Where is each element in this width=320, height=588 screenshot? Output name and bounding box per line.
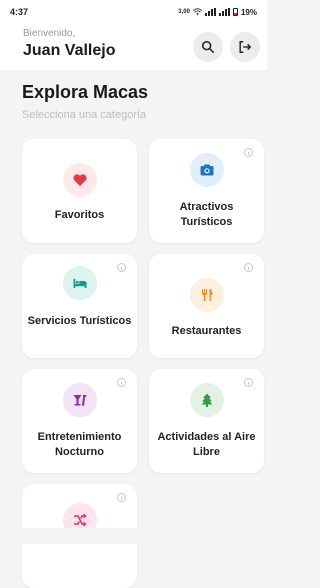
cocktail-icon-circle — [62, 383, 97, 417]
wifi-icon — [192, 8, 202, 16]
info-icon[interactable] — [117, 493, 126, 502]
info-icon[interactable] — [117, 263, 126, 272]
search-icon — [201, 40, 215, 54]
camera-icon — [200, 164, 213, 176]
network-speed: 3,00 — [178, 9, 190, 15]
logout-button[interactable] — [230, 32, 260, 62]
page-title: Explora Macas — [22, 82, 149, 102]
category-label: Restaurantes — [171, 325, 242, 337]
category-label: Favoritos — [54, 209, 105, 221]
user-name: Juan Vallejo — [23, 42, 116, 59]
heart-icon — [72, 174, 87, 186]
battery-level: 19% — [240, 7, 257, 17]
page-subtitle: Selecciona una categoría — [22, 109, 147, 121]
category-label: Entretenimiento Nocturno — [37, 431, 122, 458]
bed-icon — [73, 279, 86, 288]
info-icon[interactable] — [244, 378, 253, 387]
cocktail-icon — [73, 395, 86, 406]
category-card-entretenimiento[interactable]: Entretenimiento Nocturno — [22, 369, 137, 473]
tree-icon-circle — [189, 383, 224, 417]
restaurant-icon — [201, 289, 212, 301]
info-icon[interactable] — [117, 378, 126, 387]
greeting-text: Bienvenido, — [23, 28, 76, 39]
signal-icon-2 — [218, 8, 230, 16]
battery-icon — [232, 8, 238, 16]
category-card-actividades[interactable]: Actividades al Aire Libre — [149, 369, 264, 473]
tree-icon — [201, 393, 212, 407]
info-icon[interactable] — [244, 263, 253, 272]
category-label: Actividades al Aire Libre — [157, 431, 256, 458]
camera-icon-circle — [189, 153, 224, 187]
signal-icon — [204, 8, 216, 16]
logout-icon — [239, 41, 252, 53]
status-bar: 4:37 3,00 19% — [0, 0, 267, 24]
bed-icon-circle — [62, 266, 97, 300]
info-icon[interactable] — [244, 148, 253, 157]
app-header: Bienvenido, Juan Vallejo — [0, 24, 267, 70]
category-label: Servicios Turísticos — [27, 315, 132, 327]
category-card-restaurantes[interactable]: Restaurantes — [149, 254, 264, 358]
status-indicators: 3,00 19% — [178, 8, 257, 17]
category-card-servicios[interactable]: Servicios Turísticos — [22, 254, 137, 358]
bottom-edge — [0, 528, 267, 544]
heart-icon-circle — [62, 163, 97, 197]
category-label: Atractivos Turísticos — [179, 201, 234, 228]
shuffle-icon — [73, 513, 87, 527]
category-card-atractivos[interactable]: Atractivos Turísticos — [149, 139, 264, 243]
search-button[interactable] — [193, 32, 223, 62]
restaurant-icon-circle — [189, 278, 224, 312]
category-card-favoritos[interactable]: Favoritos — [22, 139, 137, 243]
status-time: 4:37 — [10, 7, 29, 17]
